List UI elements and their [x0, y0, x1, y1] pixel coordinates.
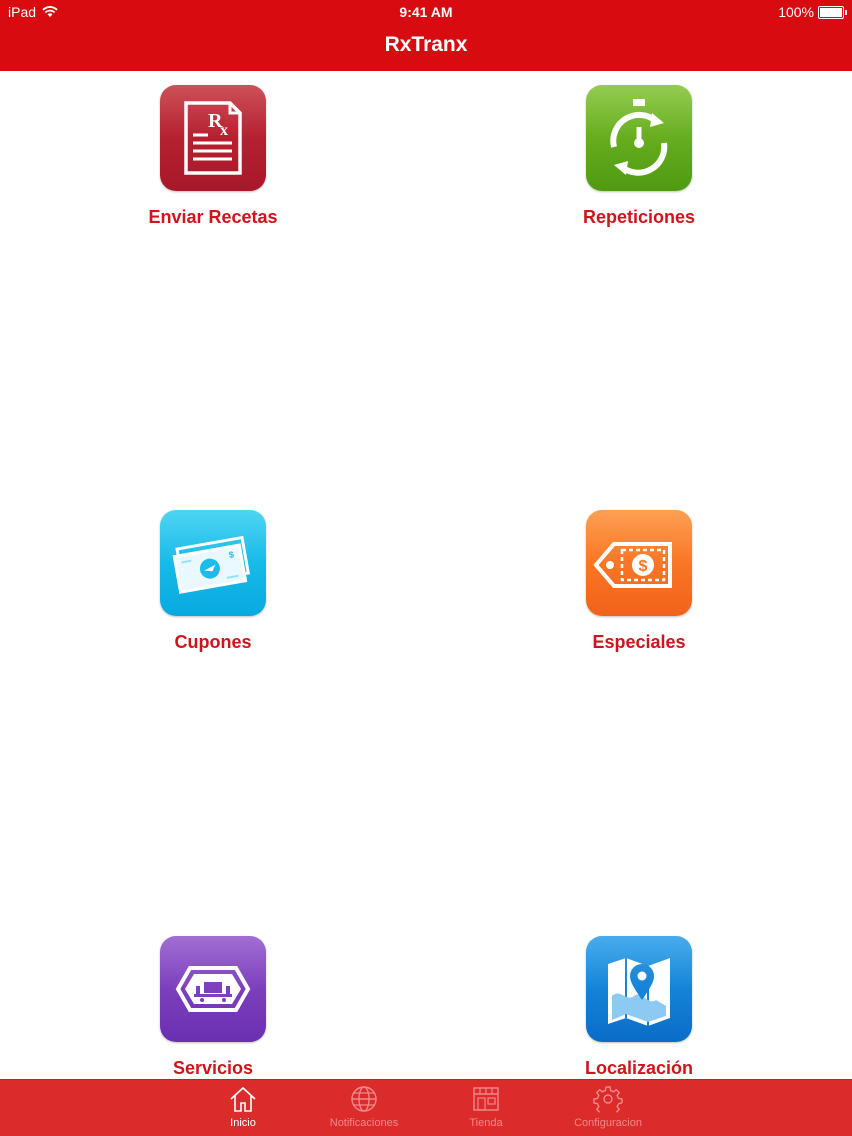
- tab-bar: Inicio Notificaciones Tienda Configuraci…: [0, 1079, 852, 1136]
- tile-label: Cupones: [174, 632, 252, 652]
- battery-percent: 100%: [778, 4, 814, 20]
- store-icon: [473, 1087, 499, 1111]
- tile-label: Repeticiones: [582, 207, 696, 227]
- svg-text:x: x: [220, 122, 228, 139]
- tile-label: Servicios: [172, 1058, 254, 1078]
- coupon-icon: $: [160, 510, 266, 616]
- gear-icon: [593, 1086, 623, 1113]
- tab-label: Notificaciones: [329, 1117, 399, 1129]
- price-tag-icon: $: [586, 510, 692, 616]
- tab-label: Tienda: [469, 1117, 503, 1129]
- tile-servicios[interactable]: Servicios: [103, 936, 323, 1079]
- home-icon: [230, 1086, 256, 1112]
- globe-icon: [351, 1086, 377, 1112]
- tile-label: Enviar Recetas: [148, 207, 278, 227]
- page-title: RxTranx: [384, 33, 468, 56]
- tab-label: Inicio: [230, 1117, 256, 1129]
- services-icon: [160, 936, 266, 1042]
- prescription-icon: R x: [160, 85, 266, 191]
- refill-timer-icon: [586, 85, 692, 191]
- navigation-bar: iPad 9:41 AM 100% RxTranx: [0, 0, 852, 71]
- tile-label: Localización: [584, 1058, 694, 1078]
- tab-notificaciones[interactable]: Notificaciones: [309, 1084, 419, 1129]
- tile-especiales[interactable]: $ Especiales: [529, 510, 749, 653]
- tile-repeticiones[interactable]: Repeticiones: [529, 85, 749, 228]
- tab-configuracion[interactable]: Configuracion: [553, 1084, 663, 1129]
- svg-text:$: $: [639, 558, 648, 575]
- tile-cupones[interactable]: $ Cupones: [103, 510, 323, 653]
- tile-localizacion[interactable]: Localización: [529, 936, 749, 1079]
- tab-label: Configuracion: [574, 1117, 642, 1129]
- battery-icon: [818, 5, 847, 19]
- tile-enviar-recetas[interactable]: R x Enviar Recetas: [103, 85, 323, 228]
- status-bar: iPad 9:41 AM 100%: [0, 0, 852, 24]
- tab-inicio[interactable]: Inicio: [188, 1084, 298, 1129]
- status-time: 9:41 AM: [399, 4, 453, 20]
- map-pin-icon: [586, 936, 692, 1042]
- status-right: 100%: [778, 4, 847, 20]
- tile-label: Especiales: [592, 632, 686, 652]
- tab-tienda[interactable]: Tienda: [431, 1084, 541, 1129]
